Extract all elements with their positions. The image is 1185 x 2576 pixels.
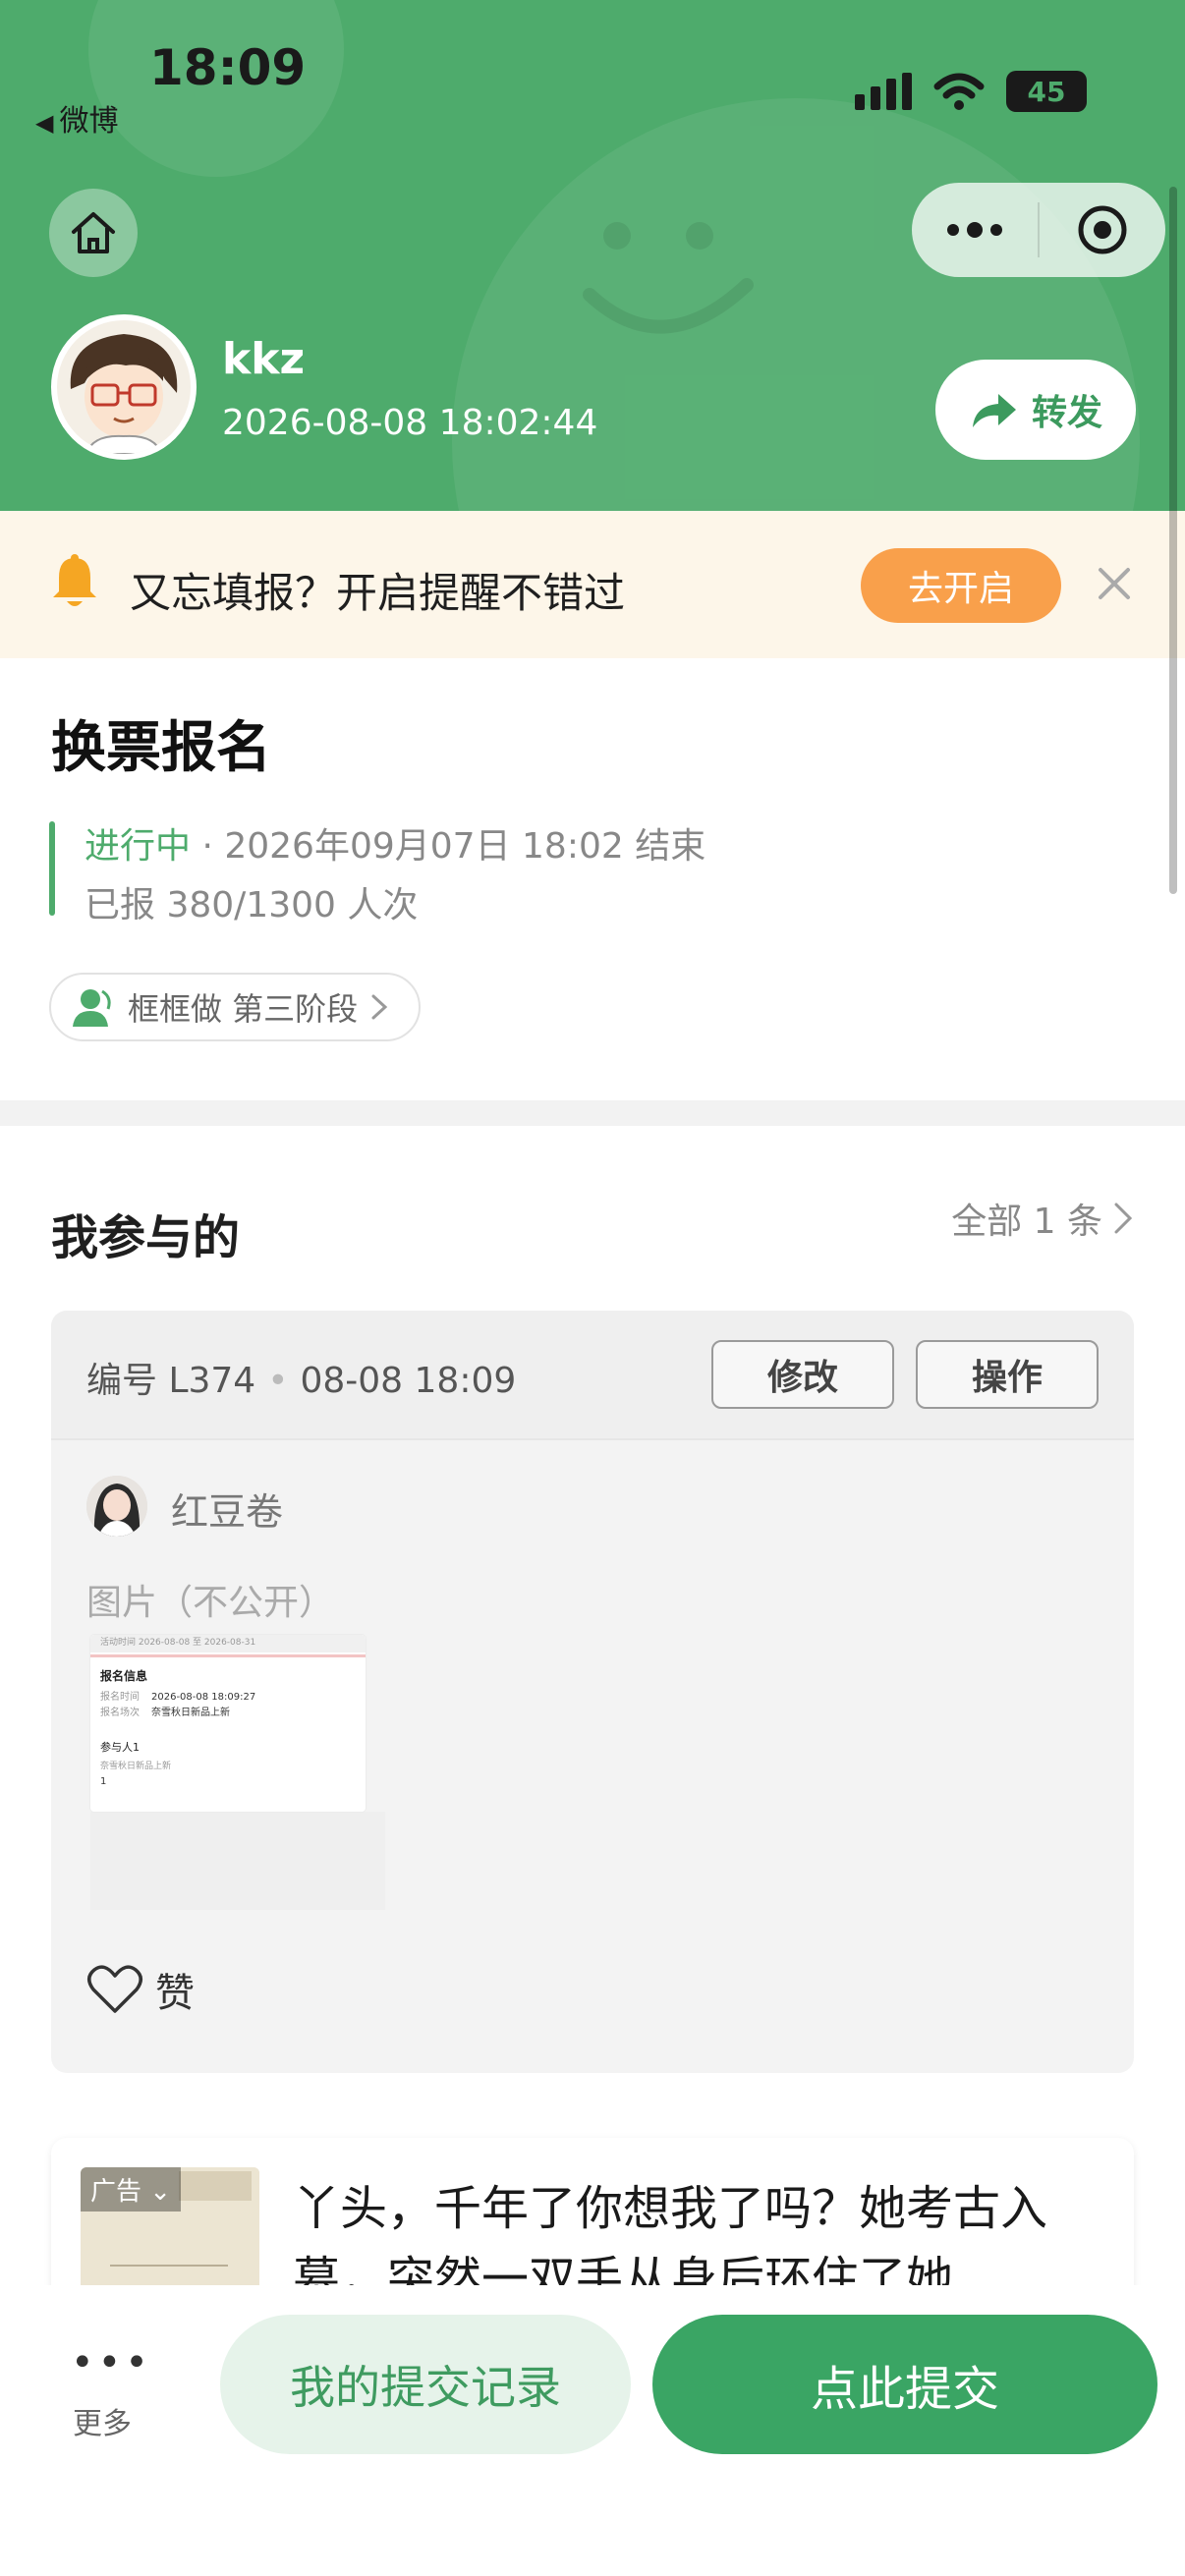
chevron-right-icon (1114, 1203, 1133, 1234)
thumb-heading: 报名信息 (100, 1668, 147, 1683)
chevron-right-icon (371, 994, 388, 1020)
view-all-label: 全部 1 条 (951, 1202, 1102, 1242)
image-private-label: 图片（不公开） (86, 1583, 335, 1623)
section-divider (0, 1100, 1185, 1126)
smile-decor-icon (583, 222, 754, 334)
entry-number: 编号 L374 (86, 1361, 256, 1401)
home-icon (72, 212, 115, 253)
operate-button[interactable]: 操作 (916, 1340, 1099, 1409)
thumbnail-image: 活动时间 2026-08-08 至 2026-08-31 报名信息 报名时间 2… (90, 1635, 366, 1812)
thumb-line0: 活动时间 2026-08-08 至 2026-08-31 (100, 1636, 255, 1648)
miniprogram-capsule (912, 183, 1165, 277)
wifi-icon (933, 73, 985, 110)
event-status: 进行中 (85, 826, 192, 867)
my-participation-title: 我参与的 (51, 1210, 241, 1265)
status-icons: 45 (855, 71, 1087, 112)
submission-thumbnail[interactable]: 活动时间 2026-08-08 至 2026-08-31 报名信息 报名时间 2… (90, 1635, 366, 1812)
entry-user-name: 红豆卷 (171, 1490, 284, 1534)
thumb-participant-sub: 奈雪秋日新品上新 (100, 1760, 171, 1771)
ad-tag[interactable]: 广告 ⌄ (81, 2167, 182, 2212)
user-avatar[interactable] (51, 314, 197, 460)
chevron-down-icon: ⌄ (141, 2177, 172, 2207)
event-end-info: · 2026年09月07日 18:02 结束 (191, 826, 706, 867)
back-triangle-icon: ◀ (35, 109, 54, 137)
avatar-photo-icon (86, 1476, 147, 1537)
thumbnail-shadow (90, 1812, 385, 1910)
header-banner: 18:09 ◀ 微博 45 kkz 2026-08-08 18:02:44 转发 (0, 0, 1185, 511)
reminder-text: 又忘填报？开启提醒不错过 (130, 569, 626, 617)
bell-icon (53, 554, 96, 606)
share-label: 转发 (1031, 393, 1102, 433)
ad-tag-label: 广告 (90, 2177, 142, 2207)
entry-meta: 编号 L374 • 08-08 18:09 (86, 1352, 516, 1403)
thumb-row1-value: 2026-08-08 18:09:27 (151, 1692, 255, 1703)
my-records-button[interactable]: 我的提交记录 (220, 2315, 631, 2454)
thumb-participant-num: 1 (100, 1776, 106, 1787)
event-reported-count: 已报 380/1300 人次 (85, 885, 419, 925)
status-time: 18:09 (149, 39, 307, 96)
meta-separator: • (267, 1361, 289, 1401)
post-time: 2026-08-08 18:02:44 (222, 403, 598, 443)
reminder-banner: 又忘填报？开启提醒不错过 去开启 (0, 511, 1185, 658)
entry-time: 08-08 18:09 (300, 1361, 517, 1401)
organizer-chip[interactable]: 框框做 第三阶段 (49, 973, 422, 1041)
status-bar: 18:09 ◀ 微博 45 (0, 0, 1185, 147)
thumb-row2-label: 报名场次 (100, 1706, 140, 1718)
battery-indicator: 45 (1006, 71, 1087, 112)
organizer-label: 框框做 第三阶段 (128, 990, 359, 1028)
more-label: 更多 (73, 2407, 132, 2441)
more-dots-icon (947, 222, 1002, 238)
user-name[interactable]: kkz (222, 334, 305, 384)
share-button[interactable]: 转发 (935, 360, 1136, 460)
target-close-icon (1078, 205, 1127, 254)
like-label: 赞 (155, 1971, 195, 2016)
edit-button[interactable]: 修改 (711, 1340, 894, 1409)
signal-icon (855, 73, 912, 110)
avatar (86, 1476, 147, 1537)
back-to-app[interactable]: ◀ 微博 (35, 96, 118, 140)
back-app-label: 微博 (59, 104, 119, 139)
person-icon (73, 989, 111, 1027)
thumb-participant-heading: 参与人1 (100, 1740, 140, 1754)
capsule-more-button[interactable] (912, 183, 1038, 277)
status-accent-bar (49, 821, 55, 916)
participation-card[interactable]: 编号 L374 • 08-08 18:09 修改 操作 红豆卷 图片（不公开） 活动… (51, 1311, 1134, 2073)
thumb-row1-label: 报名时间 (100, 1690, 140, 1703)
home-button[interactable] (49, 189, 138, 277)
event-title: 换票报名 (51, 716, 271, 780)
enable-reminder-button[interactable]: 去开启 (861, 548, 1061, 623)
avatar-illustration-icon (57, 320, 191, 454)
bottom-action-bar: ••• 更多 我的提交记录 点此提交 (0, 2285, 1185, 2576)
scrollbar[interactable] (1169, 187, 1177, 894)
event-status-line: 进行中 · 2026年09月07日 18:02 结束 (85, 817, 705, 868)
view-all-link[interactable]: 全部 1 条 (951, 1193, 1134, 1244)
submit-button[interactable]: 点此提交 (652, 2315, 1157, 2454)
like-button[interactable]: 赞 (86, 1961, 195, 2018)
capsule-close-button[interactable] (1040, 183, 1165, 277)
thumb-row2-value: 奈雪秋日新品上新 (151, 1706, 230, 1718)
heart-icon (87, 1965, 142, 2013)
close-icon[interactable] (1095, 564, 1134, 603)
share-arrow-icon (972, 394, 1016, 427)
card-header: 编号 L374 • 08-08 18:09 修改 操作 (51, 1311, 1134, 1440)
more-dots-icon: ••• (71, 2340, 152, 2385)
